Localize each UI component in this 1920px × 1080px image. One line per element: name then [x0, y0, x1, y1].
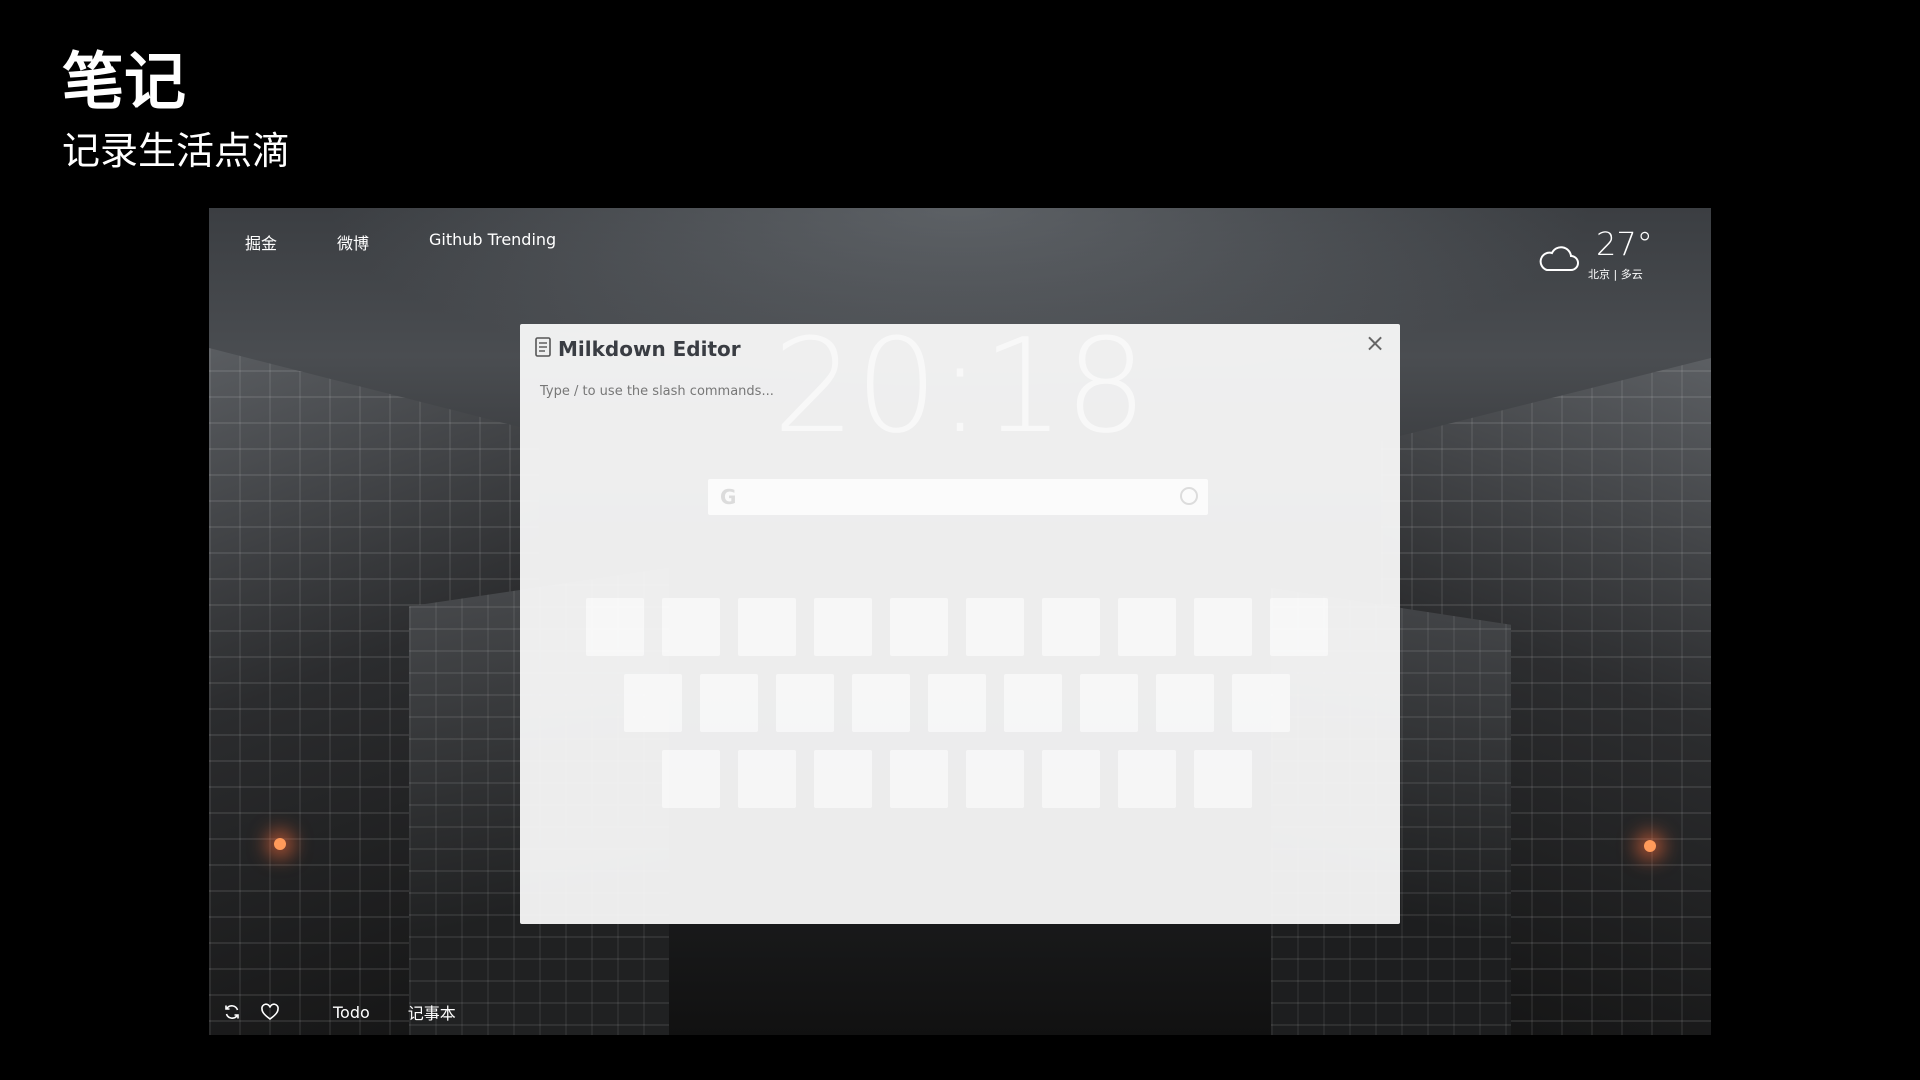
newtab-screen: 掘金 微博 Github Trending 27° 北京 | 多云 20:18 … [209, 208, 1711, 1035]
shortcut-key [1118, 750, 1176, 808]
top-nav: 掘金 微博 Github Trending [245, 230, 616, 254]
shortcut-key [624, 674, 682, 732]
shortcut-key [1194, 750, 1252, 808]
shortcut-key [738, 750, 796, 808]
bottom-bar: Todo 记事本 [221, 1001, 494, 1023]
cloud-icon [1537, 244, 1581, 278]
editor-input[interactable]: Type / to use the slash commands... [540, 384, 774, 399]
shortcut-key [1232, 674, 1290, 732]
weather-location: 北京 | 多云 [1588, 268, 1643, 281]
shortcut-key [1042, 598, 1100, 656]
search-bar-behind: G [708, 479, 1208, 515]
notebook-link[interactable]: 记事本 [408, 1000, 456, 1024]
shortcut-key [1004, 674, 1062, 732]
shortcut-key [1080, 674, 1138, 732]
shortcut-key [966, 598, 1024, 656]
weather-temperature: 27° [1596, 225, 1653, 263]
nav-link-weibo[interactable]: 微博 [337, 230, 369, 254]
shortcut-key [890, 750, 948, 808]
shortcut-key [966, 750, 1024, 808]
milkdown-editor-modal: G Milkdown Editor × Type / to use the sl… [520, 324, 1400, 924]
google-icon: G [720, 485, 737, 509]
shortcut-key [738, 598, 796, 656]
shortcut-key [1118, 598, 1176, 656]
weather-widget[interactable]: 27° 北京 | 多云 [1537, 224, 1657, 284]
todo-link[interactable]: Todo [333, 1003, 370, 1022]
slide-title: 笔记 [62, 45, 187, 118]
slide-subtitle: 记录生活点滴 [62, 129, 291, 173]
shortcut-key [890, 598, 948, 656]
heart-icon[interactable] [259, 1001, 281, 1023]
close-button[interactable]: × [1362, 330, 1388, 356]
notebook-icon [534, 336, 552, 362]
shortcut-key [662, 750, 720, 808]
shortcut-key [776, 674, 834, 732]
modal-title: Milkdown Editor [558, 337, 741, 361]
street-lamp [274, 838, 286, 850]
shortcut-key [852, 674, 910, 732]
shortcut-key [700, 674, 758, 732]
shortcut-key [1156, 674, 1214, 732]
modal-header: Milkdown Editor [534, 336, 741, 362]
street-lamp [1644, 840, 1656, 852]
shortcut-key [1194, 598, 1252, 656]
nav-link-github-trending[interactable]: Github Trending [429, 230, 556, 254]
nav-link-juejin[interactable]: 掘金 [245, 230, 277, 254]
shortcut-key [586, 598, 644, 656]
search-icon [1180, 487, 1198, 505]
shortcut-key [814, 598, 872, 656]
shortcut-key [928, 674, 986, 732]
shortcut-key [662, 598, 720, 656]
shortcut-key [1042, 750, 1100, 808]
shortcut-key [814, 750, 872, 808]
refresh-icon[interactable] [221, 1001, 243, 1023]
shortcut-key [1270, 598, 1328, 656]
